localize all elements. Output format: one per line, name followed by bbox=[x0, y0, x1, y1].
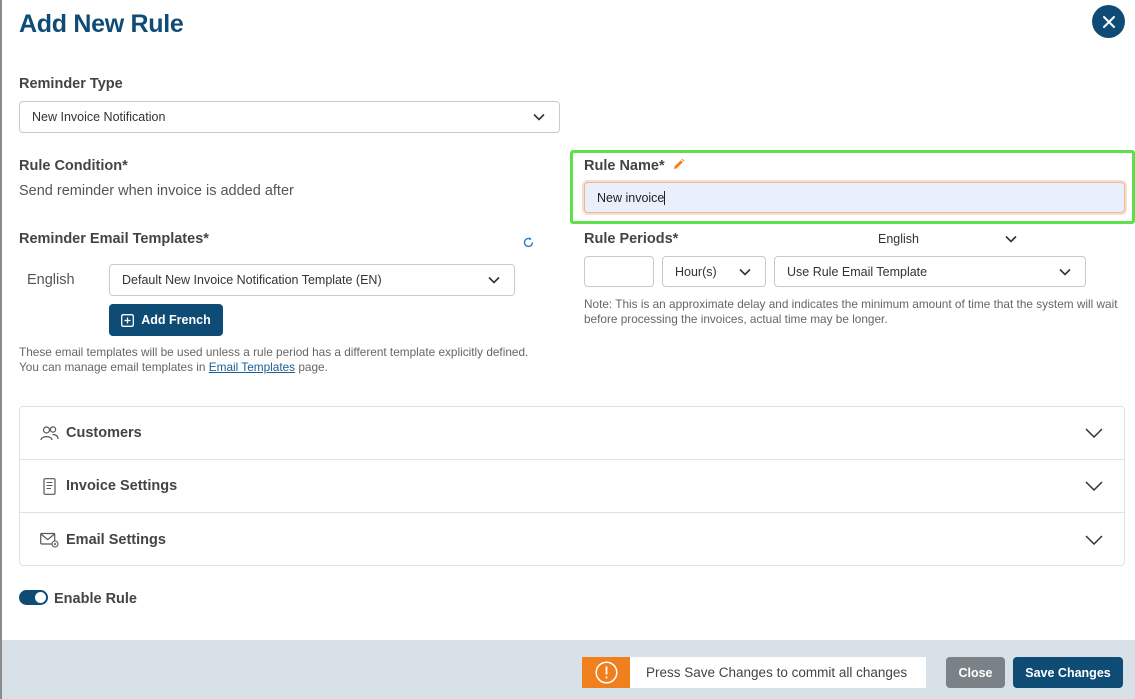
chevron-down-icon bbox=[1085, 534, 1103, 545]
close-dialog-button[interactable] bbox=[1092, 5, 1125, 38]
close-button[interactable]: Close bbox=[946, 657, 1005, 688]
info-icon bbox=[594, 661, 618, 684]
accordion-email-settings[interactable]: Email Settings bbox=[20, 513, 1124, 566]
accordion-invoice-settings[interactable]: Invoice Settings bbox=[20, 460, 1124, 513]
enable-rule-label: Enable Rule bbox=[54, 591, 137, 607]
plus-square-icon bbox=[121, 313, 135, 327]
accordion-customers[interactable]: Customers bbox=[20, 407, 1124, 460]
chevron-down-icon bbox=[488, 276, 500, 284]
period-language-value: English bbox=[878, 232, 919, 246]
users-icon bbox=[40, 425, 59, 440]
settings-accordion: Customers Invoice Settings Email Setting… bbox=[19, 406, 1125, 566]
modal: Add New Rule Reminder Type New Invoice N… bbox=[0, 0, 1135, 699]
reminder-type-value: New Invoice Notification bbox=[32, 110, 166, 124]
toggle-knob bbox=[35, 592, 46, 603]
email-templates-note-suffix: page. bbox=[295, 360, 328, 374]
chevron-down-icon bbox=[1085, 481, 1103, 491]
reminder-type-label: Reminder Type bbox=[19, 76, 123, 92]
enable-rule-toggle[interactable] bbox=[19, 590, 48, 605]
page-title: Add New Rule bbox=[19, 10, 184, 38]
document-icon bbox=[43, 477, 56, 495]
period-amount-input[interactable] bbox=[584, 256, 654, 287]
accordion-customers-label: Customers bbox=[66, 425, 142, 441]
chevron-down-icon bbox=[1085, 428, 1103, 438]
text-cursor bbox=[664, 190, 666, 205]
pencil-icon[interactable] bbox=[672, 158, 685, 171]
add-french-label: Add French bbox=[141, 313, 211, 327]
period-unit-select[interactable]: Hour(s) bbox=[662, 256, 766, 287]
close-x-icon bbox=[1102, 15, 1115, 28]
notice-icon-box bbox=[582, 657, 630, 688]
period-unit-value: Hour(s) bbox=[675, 264, 717, 279]
rule-name-value: New invoice bbox=[597, 190, 665, 205]
period-language-select[interactable]: English bbox=[878, 232, 919, 246]
notice-text: Press Save Changes to commit all changes bbox=[646, 665, 908, 680]
rule-condition-label: Rule Condition* bbox=[19, 158, 128, 174]
email-template-select[interactable]: Default New Invoice Notification Templat… bbox=[109, 264, 515, 296]
email-settings-icon bbox=[40, 532, 59, 548]
chevron-down-icon[interactable] bbox=[1005, 235, 1017, 243]
rule-name-label: Rule Name* bbox=[584, 158, 665, 174]
chevron-down-icon bbox=[739, 268, 751, 276]
save-notice: Press Save Changes to commit all changes bbox=[582, 657, 926, 688]
save-changes-button[interactable]: Save Changes bbox=[1013, 657, 1123, 688]
rule-condition-text: Send reminder when invoice is added afte… bbox=[19, 183, 294, 199]
period-template-select[interactable]: Use Rule Email Template bbox=[774, 256, 1086, 287]
email-templates-note: These email templates will be used unles… bbox=[19, 345, 539, 375]
refresh-icon[interactable] bbox=[522, 236, 535, 249]
reminder-type-select[interactable]: New Invoice Notification bbox=[19, 101, 560, 133]
accordion-invoice-settings-label: Invoice Settings bbox=[66, 478, 178, 494]
period-template-value: Use Rule Email Template bbox=[787, 264, 928, 279]
chevron-down-icon bbox=[1059, 268, 1071, 276]
email-template-value: Default New Invoice Notification Templat… bbox=[122, 273, 382, 287]
accordion-email-settings-label: Email Settings bbox=[66, 531, 166, 548]
add-french-button[interactable]: Add French bbox=[109, 304, 223, 336]
email-templates-label: Reminder Email Templates* bbox=[19, 231, 209, 247]
chevron-down-icon bbox=[533, 113, 545, 121]
rule-name-input[interactable]: New invoice bbox=[584, 182, 1125, 213]
email-templates-link[interactable]: Email Templates bbox=[209, 360, 295, 374]
rule-periods-label: Rule Periods* bbox=[584, 231, 679, 247]
rule-periods-note: Note: This is an approximate delay and i… bbox=[584, 297, 1118, 326]
template-language-label: English bbox=[27, 272, 75, 288]
